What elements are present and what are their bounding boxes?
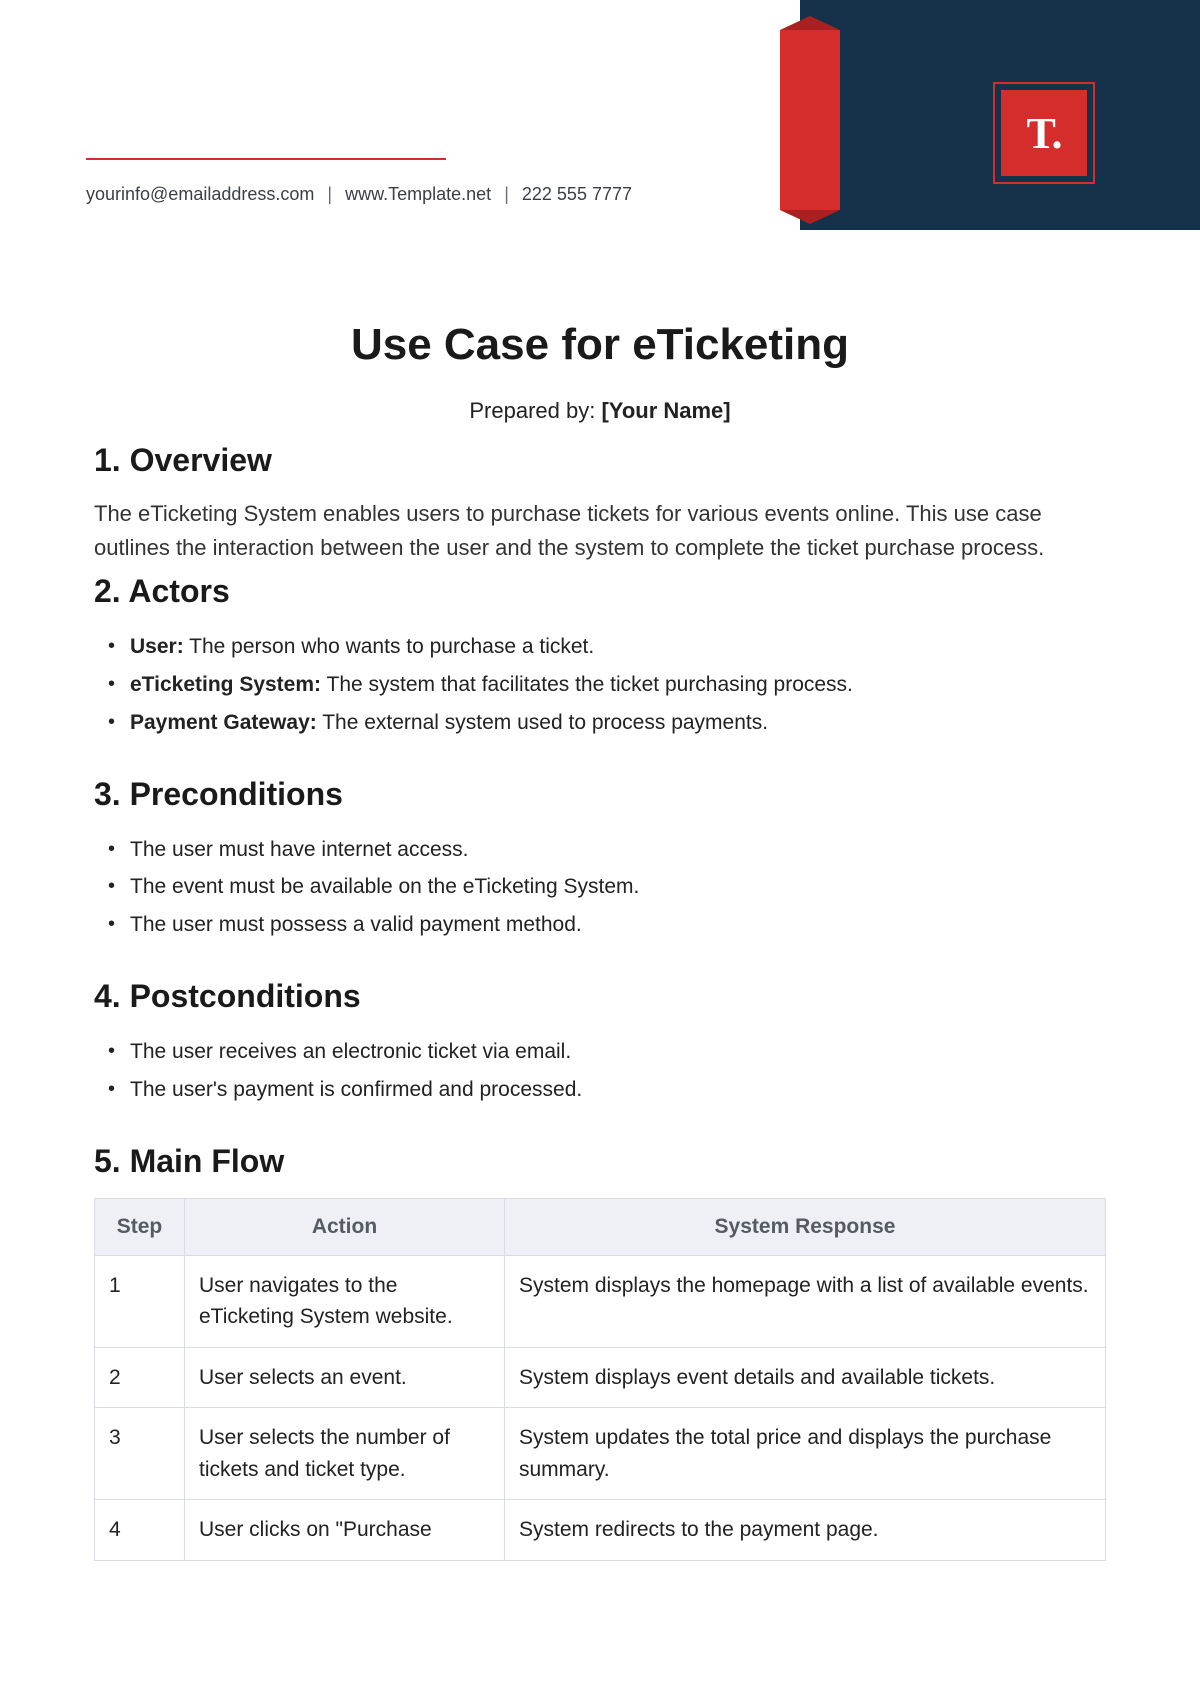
cell-step: 3 — [95, 1408, 185, 1500]
overview-body: The eTicketing System enables users to p… — [94, 497, 1106, 565]
contact-phone: 222 555 7777 — [522, 184, 632, 204]
actor-desc: The person who wants to purchase a ticke… — [184, 635, 595, 658]
header-red-ribbon — [780, 30, 840, 210]
prepared-by: Prepared by: [Your Name] — [94, 398, 1106, 424]
cell-response: System displays event details and availa… — [505, 1347, 1106, 1408]
list-item: The user's payment is confirmed and proc… — [108, 1071, 1106, 1109]
section-heading-overview: 1. Overview — [94, 442, 1106, 479]
list-item: The user must possess a valid payment me… — [108, 906, 1106, 944]
table-header-row: Step Action System Response — [95, 1198, 1106, 1255]
preconditions-list: The user must have internet access. The … — [94, 831, 1106, 944]
contact-line: yourinfo@emailaddress.com | www.Template… — [86, 184, 632, 205]
actor-desc: The system that facilitates the ticket p… — [321, 673, 853, 696]
section-heading-preconditions: 3. Preconditions — [94, 776, 1106, 813]
actor-term: User: — [130, 635, 184, 658]
table-row: 4 User clicks on "Purchase System redire… — [95, 1500, 1106, 1561]
page-title: Use Case for eTicketing — [94, 320, 1106, 370]
list-item: The event must be available on the eTick… — [108, 868, 1106, 906]
col-action: Action — [185, 1198, 505, 1255]
cell-step: 2 — [95, 1347, 185, 1408]
document-page: T. yourinfo@emailaddress.com | www.Templ… — [0, 0, 1200, 1700]
col-response: System Response — [505, 1198, 1106, 1255]
table-row: 2 User selects an event. System displays… — [95, 1347, 1106, 1408]
header-rule — [86, 158, 446, 160]
contact-email: yourinfo@emailaddress.com — [86, 184, 314, 204]
cell-step: 1 — [95, 1255, 185, 1347]
cell-step: 4 — [95, 1500, 185, 1561]
cell-action: User selects the number of tickets and t… — [185, 1408, 505, 1500]
content: Use Case for eTicketing Prepared by: [Yo… — [0, 230, 1200, 1601]
prepared-value: [Your Name] — [601, 398, 730, 423]
list-item: The user must have internet access. — [108, 831, 1106, 869]
mainflow-table: Step Action System Response 1 User navig… — [94, 1198, 1106, 1561]
table-row: 3 User selects the number of tickets and… — [95, 1408, 1106, 1500]
cell-response: System updates the total price and displ… — [505, 1408, 1106, 1500]
col-step: Step — [95, 1198, 185, 1255]
actor-term: Payment Gateway: — [130, 711, 317, 734]
list-item: Payment Gateway: The external system use… — [108, 704, 1106, 742]
actor-desc: The external system used to process paym… — [317, 711, 768, 734]
prepared-label: Prepared by: — [469, 398, 595, 423]
list-item: eTicketing System: The system that facil… — [108, 666, 1106, 704]
header: T. yourinfo@emailaddress.com | www.Templ… — [0, 0, 1200, 230]
cell-action: User clicks on "Purchase — [185, 1500, 505, 1561]
contact-website: www.Template.net — [345, 184, 491, 204]
separator-icon: | — [504, 184, 509, 204]
list-item: User: The person who wants to purchase a… — [108, 628, 1106, 666]
logo-frame: T. — [993, 82, 1095, 184]
cell-action: User navigates to the eTicketing System … — [185, 1255, 505, 1347]
cell-action: User selects an event. — [185, 1347, 505, 1408]
section-heading-postconditions: 4. Postconditions — [94, 978, 1106, 1015]
cell-response: System redirects to the payment page. — [505, 1500, 1106, 1561]
cell-response: System displays the homepage with a list… — [505, 1255, 1106, 1347]
separator-icon: | — [327, 184, 332, 204]
actors-list: User: The person who wants to purchase a… — [94, 628, 1106, 741]
logo-icon: T. — [1001, 90, 1087, 176]
table-row: 1 User navigates to the eTicketing Syste… — [95, 1255, 1106, 1347]
section-heading-actors: 2. Actors — [94, 573, 1106, 610]
actor-term: eTicketing System: — [130, 673, 321, 696]
list-item: The user receives an electronic ticket v… — [108, 1033, 1106, 1071]
postconditions-list: The user receives an electronic ticket v… — [94, 1033, 1106, 1109]
section-heading-mainflow: 5. Main Flow — [94, 1143, 1106, 1180]
